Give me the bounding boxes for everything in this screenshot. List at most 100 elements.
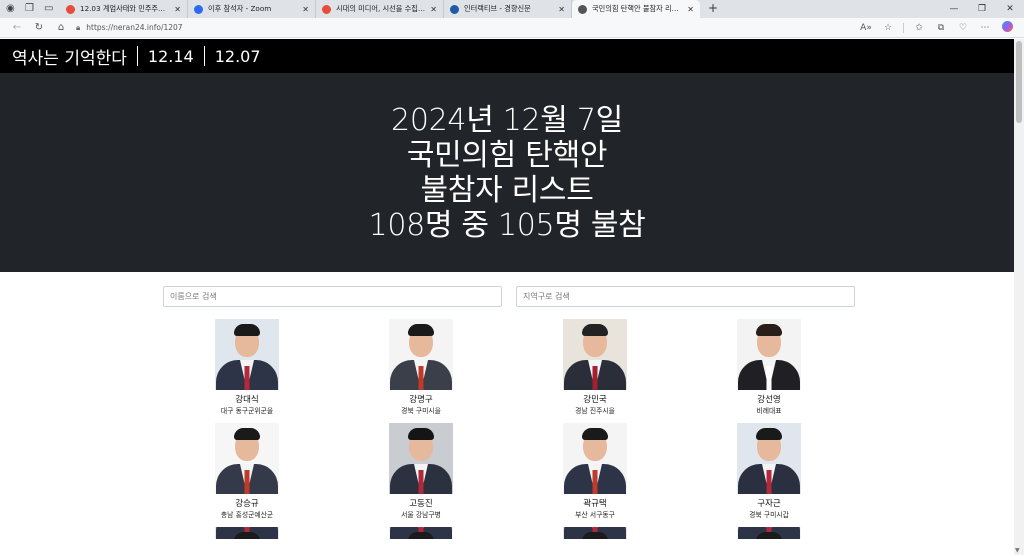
browser-tab[interactable]: 인터랙티브 - 경향신문 ✕ [444, 0, 572, 18]
photo-hair [408, 324, 434, 336]
member-card[interactable]: 강민국 경남 진주시을 [508, 319, 682, 416]
browser-tab[interactable]: 국민의힘 탄핵안 불참자 리스트 ✕ [572, 0, 700, 18]
member-name: 구자근 [757, 499, 781, 509]
photo-hair [582, 532, 608, 539]
member-photo[interactable] [215, 319, 279, 390]
member-card[interactable]: 강선영 비례대표 [682, 319, 856, 416]
photo-tie [592, 366, 598, 390]
photo-tie [766, 366, 772, 390]
region-search-input[interactable] [516, 286, 855, 307]
favorite-star-icon[interactable]: ☆ [877, 23, 899, 33]
read-aloud-icon[interactable]: A» [855, 23, 877, 33]
tab-close-icon[interactable]: ✕ [558, 5, 565, 14]
member-card[interactable]: 구자근경북 구미시갑 [682, 423, 856, 520]
member-photo[interactable] [563, 319, 627, 390]
profile-icon[interactable]: ◉ [6, 4, 16, 14]
member-card[interactable]: 강승규 충남 홍성군예산군 [160, 423, 334, 520]
member-name: 강대식 [235, 395, 259, 405]
tab-close-icon[interactable]: ✕ [430, 5, 437, 14]
member-card[interactable] [508, 527, 682, 539]
member-card[interactable] [160, 527, 334, 539]
tab-close-icon[interactable]: ✕ [302, 5, 309, 14]
site-brand[interactable]: 역사는 기억한다 [12, 44, 127, 69]
tab-title: 국민의힘 탄핵안 불참자 리스트 [592, 4, 684, 13]
member-region: 경북 구미시을 [401, 407, 441, 415]
member-photo[interactable] [563, 527, 627, 539]
member-card[interactable]: 고동진 서울 강남구병 [334, 423, 508, 520]
address-bar-row: ← ↻ ⌂ 🔒︎ https://neran24.info/1207 A» ☆ … [0, 18, 1024, 38]
nav-link-1214[interactable]: 12.14 [148, 47, 194, 66]
tab-favicon-icon [194, 4, 203, 14]
minimize-icon[interactable]: — [940, 0, 968, 18]
toolbar-icons: A» ☆ ✩ ⧉ ♡ ⋯ [855, 20, 1018, 35]
member-card[interactable] [682, 527, 856, 539]
photo-hair [756, 532, 782, 539]
page-scrollbar[interactable]: ▼ [1014, 39, 1024, 555]
scrollbar-thumb[interactable] [1016, 41, 1022, 123]
lock-icon[interactable]: 🔒︎ [76, 23, 80, 33]
tab-close-icon[interactable]: ✕ [687, 5, 694, 14]
close-window-icon[interactable]: ✕ [996, 0, 1024, 18]
nav-divider [136, 46, 138, 66]
nav-link-1207[interactable]: 12.07 [215, 47, 261, 66]
member-card[interactable]: 강명구경북 구미시을 [334, 319, 508, 416]
member-photo[interactable] [389, 319, 453, 390]
member-region: 경남 진주시을 [575, 407, 615, 415]
photo-hair [234, 324, 260, 336]
hero-subject: 국민의힘 탄핵안 [406, 137, 608, 173]
member-region: 대구 동구군위군을 [220, 407, 274, 415]
copilot-icon[interactable] [996, 20, 1018, 35]
tab-favicon-icon [66, 4, 75, 14]
toolbar-divider [903, 22, 904, 33]
browser-tabstrip: ◉ ❐ ▭ 12.03 계엄사태와 민주주의 위기 ✕ 이후 참석자 - Zoom ✕… [0, 0, 1024, 18]
more-menu-icon[interactable]: ⋯ [974, 23, 996, 33]
member-card[interactable]: 곽규택 부산 서구동구 [508, 423, 682, 520]
restore-icon[interactable]: ❐ [968, 0, 996, 18]
collections-icon[interactable]: ⧉ [930, 23, 952, 33]
member-photo[interactable] [563, 423, 627, 494]
photo-hair [582, 324, 608, 336]
member-name: 강선영 [757, 395, 781, 405]
member-photo[interactable] [389, 423, 453, 494]
url-field[interactable]: 🔒︎ https://neran24.info/1207 [76, 21, 849, 35]
member-card[interactable] [334, 527, 508, 539]
window-controls: — ❐ ✕ [940, 0, 1024, 18]
workspaces-icon[interactable]: ❐ [25, 4, 35, 14]
browser-tab[interactable]: 시대의 미디어, 시선을 수집합니다 ✕ [316, 0, 444, 18]
photo-tie [592, 470, 598, 494]
home-icon[interactable]: ⌂ [50, 22, 72, 33]
member-card[interactable]: 강대식대구 동구군위군을 [160, 319, 334, 416]
extensions-icon[interactable]: ♡ [952, 23, 974, 33]
member-name: 강승규 [235, 499, 259, 509]
tab-favicon-icon [450, 4, 459, 14]
favorites-icon[interactable]: ✩ [908, 23, 930, 33]
photo-tie [244, 366, 250, 390]
photo-hair [234, 428, 260, 440]
member-photo[interactable] [737, 527, 801, 539]
member-photo[interactable] [737, 423, 801, 494]
hero-list-title: 불참자 리스트 [420, 172, 594, 208]
refresh-icon[interactable]: ↻ [28, 22, 50, 33]
photo-hair [234, 532, 260, 539]
name-search-input[interactable] [163, 286, 502, 307]
member-photo[interactable] [215, 527, 279, 539]
photo-tie [766, 470, 772, 494]
member-name: 강명구 [409, 395, 433, 405]
member-region: 경북 구미시갑 [749, 511, 789, 519]
scroll-down-icon[interactable]: ▼ [1015, 547, 1020, 554]
tab-actions-icon[interactable]: ▭ [44, 4, 54, 14]
browser-tab[interactable]: 12.03 계엄사태와 민주주의 위기 ✕ [60, 0, 188, 18]
nav-divider [203, 46, 205, 66]
tab-close-icon[interactable]: ✕ [174, 5, 181, 14]
tab-title: 이후 참석자 - Zoom [208, 4, 272, 13]
browser-tab[interactable]: 이후 참석자 - Zoom ✕ [188, 0, 316, 18]
back-icon[interactable]: ← [6, 22, 28, 33]
search-row [0, 272, 1014, 307]
member-photo[interactable] [737, 319, 801, 390]
tab-favicon-icon [578, 4, 587, 14]
tab-title: 12.03 계엄사태와 민주주의 위기 [80, 4, 171, 13]
photo-hair [408, 532, 434, 539]
member-photo[interactable] [215, 423, 279, 494]
member-photo[interactable] [389, 527, 453, 539]
new-tab-button[interactable]: + [700, 0, 726, 18]
